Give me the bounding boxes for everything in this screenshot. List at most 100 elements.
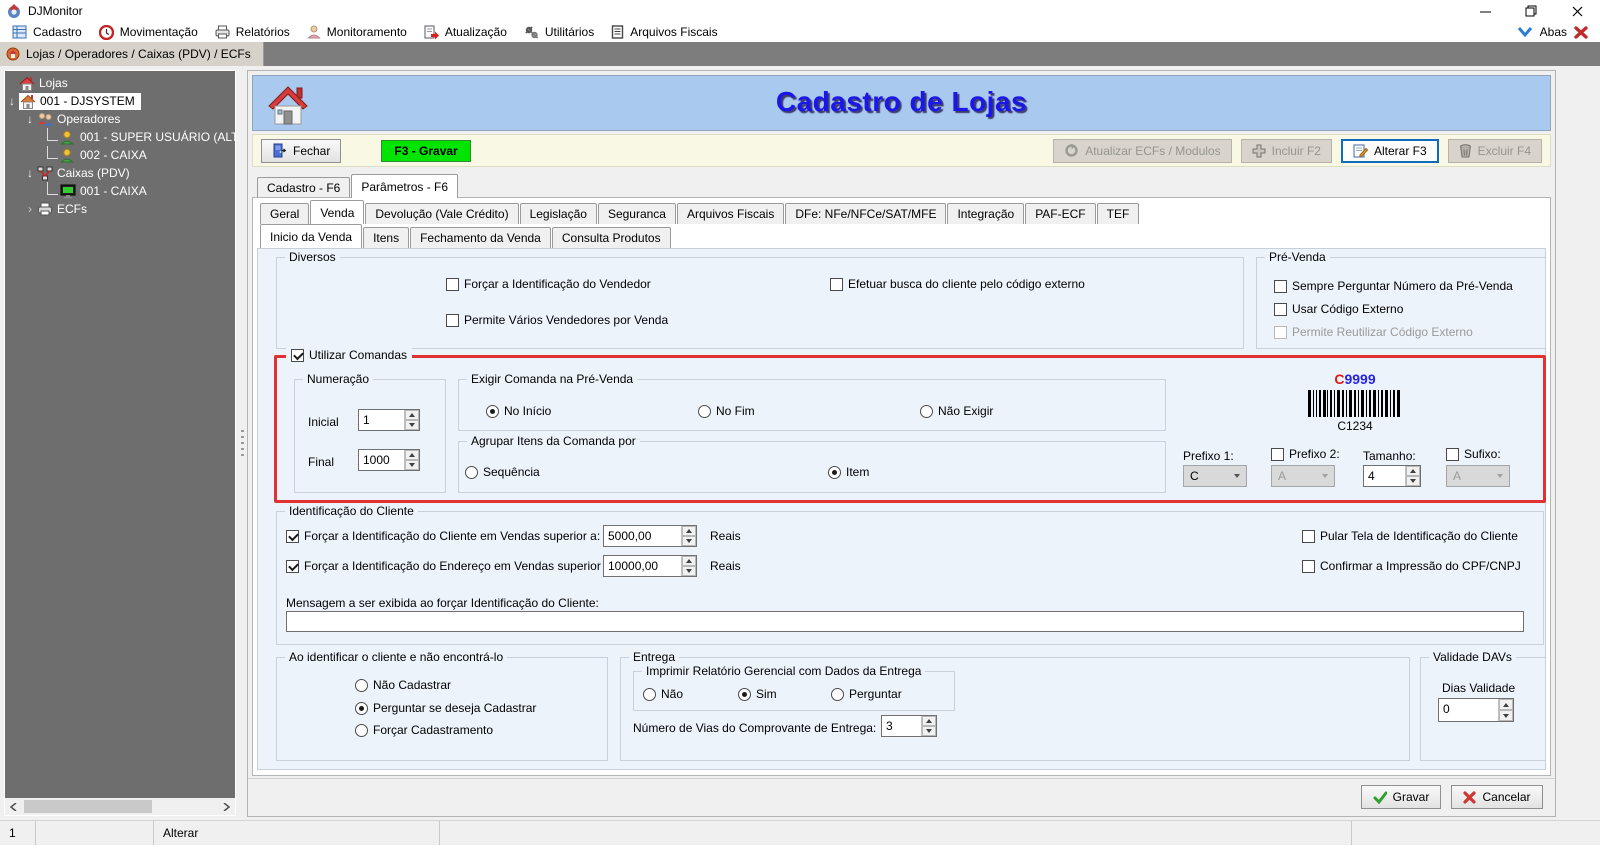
radio-nao-exigir[interactable]: Não Exigir (920, 404, 993, 418)
radio-perguntar-cadastrar[interactable]: Perguntar se deseja Cadastrar (355, 701, 536, 715)
radio-no-fim[interactable]: No Fim (698, 404, 755, 418)
menu-monitoramento[interactable]: Monitoramento (301, 22, 418, 42)
user-icon (60, 130, 77, 145)
spinner-dias-validade[interactable]: 0 (1438, 698, 1514, 722)
tab-tef[interactable]: TEF (1097, 203, 1140, 224)
excluir-button[interactable]: Excluir F4 (1448, 139, 1542, 163)
checkbox-prefixo2[interactable]: Prefixo 2: (1271, 447, 1340, 461)
tab-legislacao[interactable]: Legislação (520, 203, 597, 224)
checkbox-pular-tela-identificacao[interactable]: Pular Tela de Identificação do Cliente (1302, 529, 1518, 543)
gravar-button[interactable]: Gravar (1361, 785, 1441, 809)
spinner-valor-endereco[interactable]: 10000,00 (603, 555, 697, 577)
spin-down-icon[interactable] (405, 460, 419, 470)
atualizar-ecfs-button[interactable]: Atualizar ECFs / Modulos (1053, 139, 1231, 163)
minimize-button[interactable] (1462, 0, 1508, 22)
tree-item-djsystem[interactable]: ↓ 001 - DJSYSTEM (5, 92, 235, 110)
people-icon (37, 112, 54, 127)
close-tab-icon[interactable] (1574, 26, 1588, 39)
spin-up-icon[interactable] (682, 526, 696, 536)
spin-down-icon[interactable] (1406, 476, 1420, 486)
tab-dfe[interactable]: DFe: NFe/NFCe/SAT/MFE (785, 203, 946, 224)
scroll-left-icon[interactable] (5, 798, 22, 815)
tab-lojas-operadores[interactable]: Lojas / Operadores / Caixas (PDV) / ECFs (0, 42, 264, 66)
tree-item-caixa-operator[interactable]: 002 - CAIXA (5, 146, 235, 164)
spin-down-icon[interactable] (682, 536, 696, 546)
spin-down-icon[interactable] (1499, 710, 1513, 721)
spinner-tamanho[interactable]: 4 (1363, 465, 1421, 487)
scroll-right-icon[interactable] (218, 798, 235, 815)
menu-movimentacao[interactable]: Movimentação (93, 22, 209, 42)
tab-arquivos-fiscais[interactable]: Arquivos Fiscais (677, 203, 784, 224)
tree-item-caixa-terminal[interactable]: 001 - CAIXA (5, 182, 235, 200)
tab-parametros-f6[interactable]: Parâmetros - F6 (351, 174, 458, 198)
spinner-valor-cliente[interactable]: 5000,00 (603, 525, 697, 547)
scrollbar-thumb[interactable] (24, 800, 152, 813)
spinner-numeracao-final[interactable]: 1000 (358, 449, 420, 471)
fechar-button[interactable]: Fechar (261, 139, 341, 163)
tab-integracao[interactable]: Integração (947, 203, 1024, 224)
menu-cadastro[interactable]: Cadastro (6, 22, 93, 42)
checkbox-confirmar-impressao-cpf[interactable]: Confirmar a Impressão do CPF/CNPJ (1302, 559, 1521, 573)
close-button[interactable] (1554, 0, 1600, 22)
cancelar-button[interactable]: Cancelar (1451, 785, 1543, 809)
tab-paf-ecf[interactable]: PAF-ECF (1025, 203, 1095, 224)
checkbox-usar-codigo-externo[interactable]: Usar Código Externo (1274, 302, 1403, 316)
tab-devolucao[interactable]: Devolução (Vale Crédito) (365, 203, 518, 224)
checkbox-sufixo[interactable]: Sufixo: (1446, 447, 1501, 461)
spinner-numero-vias[interactable]: 3 (881, 715, 937, 737)
spin-up-icon[interactable] (922, 716, 936, 726)
tab-fechamento-da-venda[interactable]: Fechamento da Venda (410, 227, 551, 248)
spin-up-icon[interactable] (682, 556, 696, 566)
tree-item-operadores[interactable]: ↓ Operadores (5, 110, 235, 128)
abas-chevron-down-icon[interactable] (1517, 26, 1533, 38)
menu-relatorios[interactable]: Relatórios (209, 22, 301, 42)
mensagem-input[interactable] (286, 611, 1524, 632)
tree-item-super-usuario[interactable]: 001 - SUPER USUÁRIO (ALTERE (5, 128, 235, 146)
tab-consulta-produtos[interactable]: Consulta Produtos (552, 227, 671, 248)
maximize-button[interactable] (1508, 0, 1554, 22)
radio-nao-cadastrar[interactable]: Não Cadastrar (355, 678, 451, 692)
checkbox-permite-reutilizar-codigo: Permite Reutilizar Código Externo (1274, 325, 1473, 339)
tab-geral[interactable]: Geral (260, 203, 309, 224)
checkbox-forcar-identificacao-vendedor[interactable]: Forçar a Identificação do Vendedor (446, 277, 651, 291)
radio-forcar-cadastramento[interactable]: Forçar Cadastramento (355, 723, 493, 737)
window-titlebar: DJMonitor (0, 0, 1600, 22)
radio-sequencia[interactable]: Sequência (465, 465, 540, 479)
tree-item-ecfs[interactable]: › ECFs (5, 200, 235, 218)
tree-horizontal-scrollbar[interactable] (5, 798, 235, 815)
radio-no-inicio[interactable]: No Início (486, 404, 551, 418)
radio-item[interactable]: Item (828, 465, 869, 479)
tree-item-caixas-pdv[interactable]: ↓ Caixas (PDV) (5, 164, 235, 182)
tree-item-lojas[interactable]: Lojas (5, 74, 235, 92)
alterar-button[interactable]: Alterar F3 (1341, 139, 1439, 163)
checkbox-sempre-perguntar-numero[interactable]: Sempre Perguntar Número da Pré-Venda (1274, 279, 1513, 293)
spin-down-icon[interactable] (682, 566, 696, 576)
checkbox-permite-varios-vendedores[interactable]: Permite Vários Vendedores por Venda (446, 313, 668, 327)
checkbox-efetuar-busca-codigo-externo[interactable]: Efetuar busca do cliente pelo código ext… (830, 277, 1085, 291)
menu-utilitarios[interactable]: Utilitários (518, 22, 605, 42)
spin-up-icon[interactable] (405, 410, 419, 420)
menu-atualizacao[interactable]: Atualização (418, 22, 518, 42)
radio-entrega-perguntar[interactable]: Perguntar (831, 687, 902, 701)
tab-itens[interactable]: Itens (363, 227, 409, 248)
spin-down-icon[interactable] (405, 420, 419, 430)
checkbox-utilizar-comandas[interactable]: Utilizar Comandas (286, 348, 412, 362)
radio-entrega-nao[interactable]: Não (643, 687, 683, 701)
spinner-numeracao-inicial[interactable]: 1 (358, 409, 420, 431)
checkbox-forcar-identificacao-endereco[interactable]: Forçar a Identificação do Endereço em Ve… (286, 559, 614, 573)
tab-venda[interactable]: Venda (310, 200, 364, 224)
incluir-button[interactable]: Incluir F2 (1241, 139, 1332, 163)
spin-down-icon[interactable] (922, 726, 936, 736)
spin-up-icon[interactable] (405, 450, 419, 460)
tab-cadastro-f6[interactable]: Cadastro - F6 (257, 177, 350, 198)
menu-arquivos-fiscais[interactable]: Arquivos Fiscais (605, 22, 728, 42)
select-prefixo1[interactable]: C (1183, 465, 1247, 487)
panel-splitter[interactable] (238, 66, 247, 820)
spin-up-icon[interactable] (1406, 466, 1420, 476)
label-dias-validade: Dias Validade (1442, 681, 1515, 695)
radio-entrega-sim[interactable]: Sim (738, 687, 777, 701)
spin-up-icon[interactable] (1499, 699, 1513, 710)
tab-inicio-da-venda[interactable]: Inicio da Venda (260, 224, 362, 248)
tab-seguranca[interactable]: Seguranca (598, 203, 676, 224)
checkbox-forcar-identificacao-cliente[interactable]: Forçar a Identificação do Cliente em Ven… (286, 529, 600, 543)
